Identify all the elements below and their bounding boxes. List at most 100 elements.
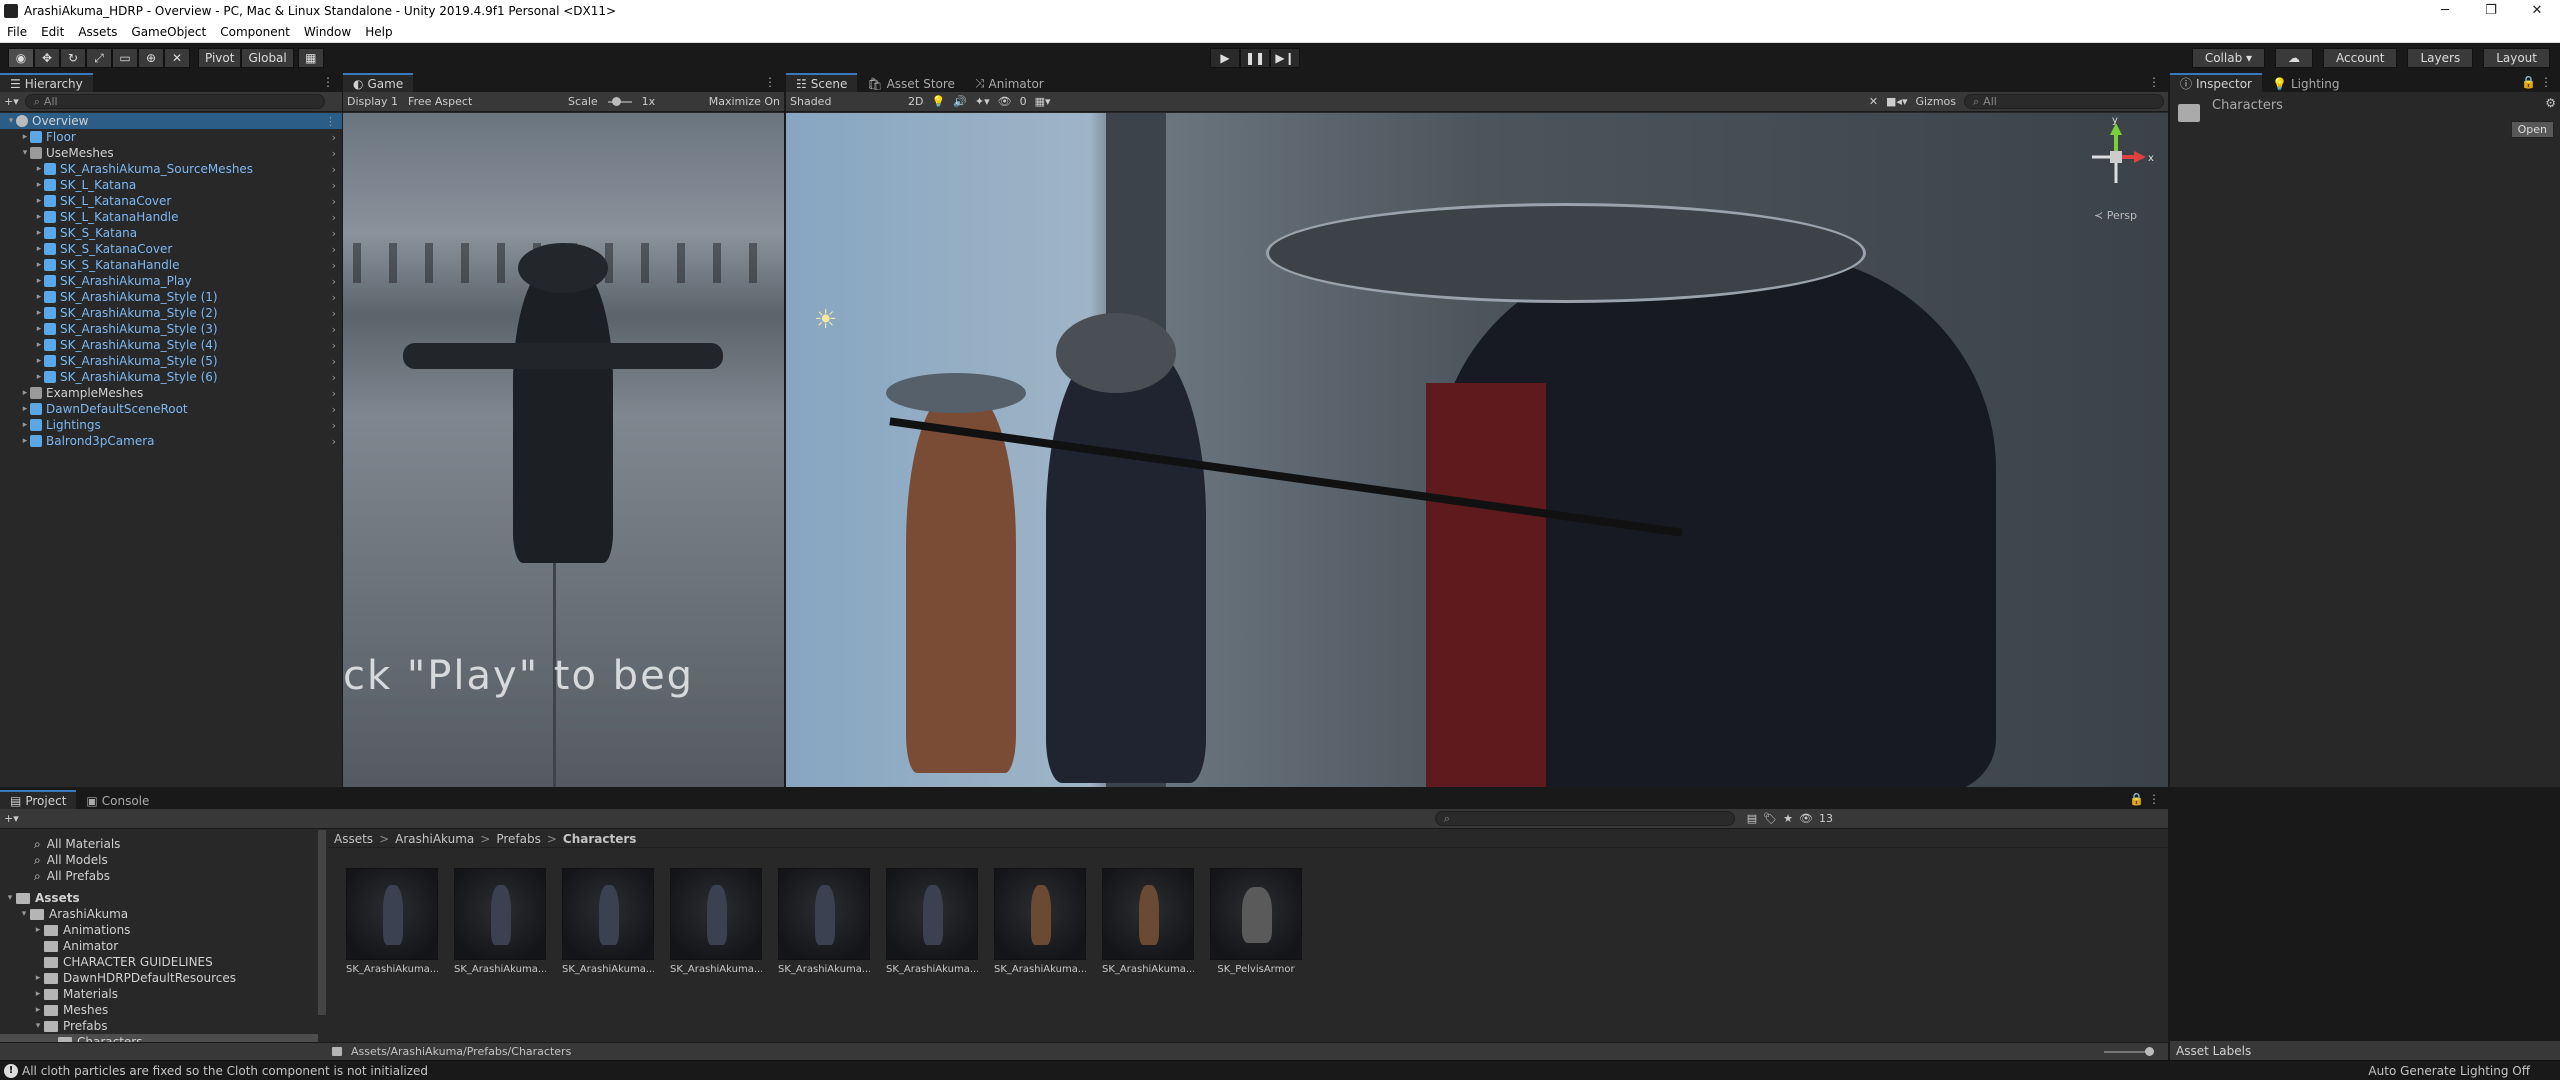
transform-tool-icon[interactable]: ⊕ xyxy=(138,48,164,68)
prefab-arrow-icon[interactable]: › xyxy=(332,147,336,160)
favorites-icon[interactable]: ★ xyxy=(1783,812,1793,825)
menu-gameobject[interactable]: GameObject xyxy=(124,25,213,39)
hierarchy-row[interactable]: ▸ SK_L_KatanaCover › xyxy=(0,193,342,209)
panel-menu-icon[interactable]: ⋮ xyxy=(764,75,776,89)
hierarchy-row[interactable]: ▾ UseMeshes › xyxy=(0,145,342,161)
expand-arrow-icon[interactable]: ▸ xyxy=(34,228,44,238)
tools-icon[interactable]: ✕ xyxy=(1869,95,1878,108)
step-icon[interactable]: ▶❙ xyxy=(1270,48,1300,68)
breadcrumb-item[interactable]: Prefabs xyxy=(496,832,541,846)
play-icon[interactable]: ▶ xyxy=(1210,48,1240,68)
directional-light-icon[interactable]: ☀ xyxy=(814,305,837,335)
hierarchy-row[interactable]: ▸ SK_ArashiAkuma_Style (2) › xyxy=(0,305,342,321)
minimize-button[interactable]: ─ xyxy=(2422,0,2468,22)
asset-tile[interactable]: SK_ArashiAkuma... xyxy=(562,868,654,975)
collab-button[interactable]: Collab ▾ xyxy=(2191,48,2266,68)
tree-folder-row[interactable]: ▸ DawnHDRPDefaultResources xyxy=(0,970,318,986)
prefab-arrow-icon[interactable]: › xyxy=(332,419,336,432)
prefab-arrow-icon[interactable]: › xyxy=(332,323,336,336)
move-tool-icon[interactable]: ✥ xyxy=(34,48,60,68)
expand-arrow-icon[interactable]: ▸ xyxy=(34,244,44,254)
account-dropdown[interactable]: Account xyxy=(2323,48,2398,68)
thumbnail-size-slider[interactable] xyxy=(2104,1046,2154,1056)
prefab-arrow-icon[interactable]: › xyxy=(332,387,336,400)
tab-inspector[interactable]: ⓘ Inspector xyxy=(2170,73,2262,92)
search-by-type-icon[interactable]: ▤ xyxy=(1747,812,1757,825)
aspect-dropdown[interactable]: Free Aspect xyxy=(408,95,558,108)
hierarchy-row[interactable]: ▸ SK_S_KatanaCover › xyxy=(0,241,342,257)
expand-arrow-icon[interactable]: ▸ xyxy=(20,420,30,430)
expand-arrow-icon[interactable]: ▸ xyxy=(34,308,44,318)
hierarchy-search-input[interactable]: ⌕ All xyxy=(24,94,325,109)
tab-project[interactable]: ▤ Project xyxy=(0,790,77,809)
tab-hierarchy[interactable]: ☰ Hierarchy xyxy=(0,73,93,92)
close-button[interactable]: ✕ xyxy=(2514,0,2560,22)
favorite-item[interactable]: ⌕ All Materials xyxy=(0,836,318,852)
prefab-arrow-icon[interactable]: › xyxy=(332,291,336,304)
tree-folder-row[interactable]: ▾ Assets xyxy=(0,890,318,906)
maximize-button[interactable]: ❐ xyxy=(2468,0,2514,22)
hierarchy-row[interactable]: ▸ DawnDefaultSceneRoot › xyxy=(0,401,342,417)
expand-arrow-icon[interactable]: ▾ xyxy=(4,893,16,903)
scene-menu-icon[interactable]: ⋮ xyxy=(325,115,336,128)
asset-tile[interactable]: SK_PelvisArmor xyxy=(1210,868,1302,975)
tree-folder-row[interactable]: CHARACTER GUIDELINES xyxy=(0,954,318,970)
expand-arrow-icon[interactable]: ▾ xyxy=(32,1021,44,1031)
expand-arrow-icon[interactable]: ▸ xyxy=(34,340,44,350)
tab-scene[interactable]: ☷ Scene xyxy=(786,73,858,92)
open-button[interactable]: Open xyxy=(2510,121,2554,138)
expand-arrow-icon[interactable]: ▸ xyxy=(34,260,44,270)
effects-dropdown-icon[interactable]: ✦▾ xyxy=(975,95,990,108)
prefab-arrow-icon[interactable]: › xyxy=(332,211,336,224)
expand-arrow-icon[interactable]: ▸ xyxy=(34,356,44,366)
create-button[interactable]: +▾ xyxy=(4,95,19,108)
prefab-arrow-icon[interactable]: › xyxy=(332,259,336,272)
menu-window[interactable]: Window xyxy=(297,25,358,39)
asset-tile[interactable]: SK_ArashiAkuma... xyxy=(454,868,546,975)
panel-menu-icon[interactable]: 🔒 ⋮ xyxy=(2521,75,2552,89)
hierarchy-row[interactable]: ▸ SK_ArashiAkuma_Play › xyxy=(0,273,342,289)
hierarchy-row[interactable]: ▸ Balrond3pCamera › xyxy=(0,433,342,449)
expand-arrow-icon[interactable]: ▸ xyxy=(34,212,44,222)
tree-scrollbar[interactable] xyxy=(318,830,326,1015)
hierarchy-row[interactable]: ▸ SK_S_KatanaHandle › xyxy=(0,257,342,273)
orientation-gizmo[interactable]: y x xyxy=(2076,117,2156,197)
prefab-arrow-icon[interactable]: › xyxy=(332,131,336,144)
prefab-arrow-icon[interactable]: › xyxy=(332,339,336,352)
project-search-input[interactable]: ⌕ xyxy=(1434,811,1735,826)
create-button[interactable]: +▾ xyxy=(4,812,19,825)
scale-tool-icon[interactable]: ⤢ xyxy=(86,48,112,68)
expand-arrow-icon[interactable]: ▸ xyxy=(32,973,44,983)
expand-arrow-icon[interactable]: ▸ xyxy=(32,989,44,999)
hierarchy-scene-row[interactable]: ▾ Overview ⋮ xyxy=(0,113,342,129)
maximize-on-play-toggle[interactable]: Maximize On xyxy=(709,95,780,108)
prefab-arrow-icon[interactable]: › xyxy=(332,275,336,288)
expand-arrow-icon[interactable]: ▾ xyxy=(20,148,30,158)
expand-arrow-icon[interactable]: ▸ xyxy=(20,132,30,142)
panel-menu-icon[interactable]: ⋮ xyxy=(2148,75,2160,89)
prefab-arrow-icon[interactable]: › xyxy=(332,435,336,448)
gizmo-x-cone[interactable] xyxy=(2134,151,2146,163)
hierarchy-row[interactable]: ▸ SK_ArashiAkuma_SourceMeshes › xyxy=(0,161,342,177)
hidden-objects-icon[interactable]: 👁 xyxy=(998,95,1012,108)
expand-arrow-icon[interactable]: ▸ xyxy=(34,164,44,174)
asset-tile[interactable]: SK_ArashiAkuma... xyxy=(346,868,438,975)
custom-tool-icon[interactable]: ✕ xyxy=(164,48,190,68)
hierarchy-row[interactable]: ▸ SK_L_Katana › xyxy=(0,177,342,193)
prefab-arrow-icon[interactable]: › xyxy=(332,195,336,208)
tree-folder-row[interactable]: ▾ ArashiAkuma xyxy=(0,906,318,922)
asset-tile[interactable]: SK_ArashiAkuma... xyxy=(994,868,1086,975)
hierarchy-row[interactable]: ▸ SK_ArashiAkuma_Style (6) › xyxy=(0,369,342,385)
menu-component[interactable]: Component xyxy=(213,25,297,39)
asset-tile[interactable]: SK_ArashiAkuma... xyxy=(778,868,870,975)
hierarchy-row[interactable]: ▸ SK_ArashiAkuma_Style (3) › xyxy=(0,321,342,337)
gizmos-dropdown[interactable]: Gizmos xyxy=(1915,95,1956,108)
expand-arrow-icon[interactable]: ▸ xyxy=(34,292,44,302)
game-viewport[interactable]: ck "Play" to beg xyxy=(343,113,784,787)
expand-arrow-icon[interactable]: ▸ xyxy=(20,388,30,398)
expand-arrow-icon[interactable]: ▾ xyxy=(6,116,16,126)
prefab-arrow-icon[interactable]: › xyxy=(332,163,336,176)
asset-labels-bar[interactable]: Asset Labels xyxy=(2170,1040,2560,1060)
projection-label[interactable]: ≺ Persp xyxy=(2094,209,2137,222)
breadcrumb-item[interactable]: Characters xyxy=(563,832,637,846)
